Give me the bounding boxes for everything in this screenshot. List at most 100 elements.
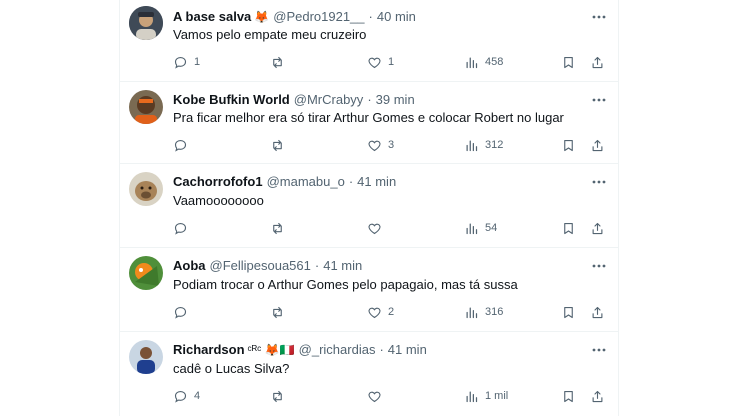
more-icon[interactable]	[590, 8, 608, 26]
timestamp[interactable]: 40 min	[377, 8, 416, 26]
views-icon	[466, 391, 478, 402]
like-icon	[368, 391, 381, 402]
handle[interactable]: @_richardias	[299, 341, 376, 359]
share-icon	[592, 390, 603, 402]
retweet-icon	[273, 139, 282, 151]
retweet-icon	[273, 56, 282, 68]
share-button[interactable]	[590, 304, 605, 320]
display-name[interactable]: Cachorrofofo1	[173, 173, 263, 191]
like-button[interactable]: 2	[367, 304, 394, 320]
avatar[interactable]	[129, 340, 163, 374]
reply-button[interactable]	[173, 137, 194, 153]
more-icon[interactable]	[590, 257, 608, 275]
tweet[interactable]: Cachorrofofo1 @mamabu_o · 41 min Vaamooo…	[120, 164, 618, 248]
handle[interactable]: @mamabu_o	[267, 173, 345, 191]
more-icon[interactable]	[590, 341, 608, 359]
retweet-button[interactable]	[270, 304, 285, 320]
reply-icon	[174, 222, 187, 235]
retweet-button[interactable]	[270, 220, 285, 236]
share-button[interactable]	[590, 388, 605, 404]
view-count: 1 mil	[485, 390, 509, 402]
tweet-header: Cachorrofofo1 @mamabu_o · 41 min	[173, 173, 396, 191]
view-count: 316	[485, 306, 504, 318]
views-button[interactable]: 312	[464, 137, 503, 153]
bookmark-icon	[564, 56, 573, 68]
reply-button[interactable]	[173, 220, 194, 236]
views-icon	[466, 223, 478, 234]
display-name[interactable]: A base salva	[173, 8, 251, 26]
separator: ·	[379, 342, 384, 357]
avatar[interactable]	[129, 6, 163, 40]
share-icon	[592, 306, 603, 318]
reply-icon	[174, 56, 187, 69]
bookmark-icon	[564, 139, 573, 151]
tweet[interactable]: Aoba @Fellipesoua561 · 41 min Podiam tro…	[120, 248, 618, 332]
share-button[interactable]	[590, 137, 605, 153]
share-button[interactable]	[590, 54, 605, 70]
display-name[interactable]: Kobe Bufkin World	[173, 91, 290, 109]
more-icon[interactable]	[590, 173, 608, 191]
like-button[interactable]: 1	[367, 54, 394, 70]
timestamp[interactable]: 41 min	[323, 257, 362, 275]
retweet-button[interactable]	[270, 54, 285, 70]
avatar[interactable]	[129, 256, 163, 290]
display-name[interactable]: Richardson	[173, 341, 245, 359]
views-icon	[466, 307, 478, 318]
reply-button[interactable]: 4	[173, 388, 200, 404]
like-button[interactable]: 3	[367, 137, 394, 153]
like-icon	[368, 223, 381, 234]
like-count: 1	[388, 56, 395, 68]
handle[interactable]: @Pedro1921__	[273, 8, 364, 26]
reply-count: 1	[194, 56, 201, 68]
reply-icon	[174, 139, 187, 152]
share-icon	[592, 139, 603, 151]
views-button[interactable]: 316	[464, 304, 503, 320]
retweet-button[interactable]	[270, 388, 285, 404]
views-button[interactable]: 458	[464, 54, 503, 70]
retweet-button[interactable]	[270, 137, 285, 153]
like-button[interactable]	[367, 388, 388, 404]
retweet-icon	[273, 222, 282, 234]
views-button[interactable]: 54	[464, 220, 497, 236]
retweet-icon	[273, 306, 282, 318]
reply-button[interactable]: 1	[173, 54, 200, 70]
reply-count: 4	[194, 390, 201, 402]
bookmark-button[interactable]	[561, 220, 576, 236]
handle[interactable]: @Fellipesoua561	[210, 257, 311, 275]
bookmark-button[interactable]	[561, 304, 576, 320]
bookmark-button[interactable]	[561, 388, 576, 404]
reply-icon	[174, 390, 187, 403]
avatar[interactable]	[129, 172, 163, 206]
like-icon	[368, 307, 381, 318]
share-button[interactable]	[590, 220, 605, 236]
tweet[interactable]: Kobe Bufkin World @MrCrabyy · 39 min Pra…	[120, 82, 618, 164]
views-button[interactable]: 1 mil	[464, 388, 508, 404]
handle[interactable]: @MrCrabyy	[294, 91, 364, 109]
name-emoji: ᶜᴿᶜ 🦊🇮🇹	[247, 343, 295, 357]
tweet-text: cadê o Lucas Silva?	[173, 361, 290, 376]
share-icon	[592, 222, 603, 234]
tweet[interactable]: Richardson ᶜᴿᶜ 🦊🇮🇹 @_richardias · 41 min…	[120, 332, 618, 416]
more-icon[interactable]	[590, 91, 608, 109]
tweet-header: A base salva 🦊 @Pedro1921__ · 40 min	[173, 8, 416, 26]
tweet[interactable]: A base salva 🦊 @Pedro1921__ · 40 min Vam…	[120, 0, 618, 82]
bookmark-icon	[564, 306, 573, 318]
views-icon	[466, 140, 478, 151]
timestamp[interactable]: 41 min	[388, 341, 427, 359]
reply-button[interactable]	[173, 304, 194, 320]
separator: ·	[367, 92, 372, 107]
avatar[interactable]	[129, 90, 163, 124]
like-icon	[368, 140, 381, 151]
view-count: 54	[485, 222, 498, 234]
views-icon	[466, 57, 478, 68]
reply-icon	[174, 306, 187, 319]
bookmark-button[interactable]	[561, 137, 576, 153]
tweet-header: Kobe Bufkin World @MrCrabyy · 39 min	[173, 91, 415, 109]
like-count: 2	[388, 306, 395, 318]
bookmark-button[interactable]	[561, 54, 576, 70]
timestamp[interactable]: 39 min	[376, 91, 415, 109]
share-icon	[592, 56, 603, 68]
like-button[interactable]	[367, 220, 388, 236]
timestamp[interactable]: 41 min	[357, 173, 396, 191]
display-name[interactable]: Aoba	[173, 257, 206, 275]
